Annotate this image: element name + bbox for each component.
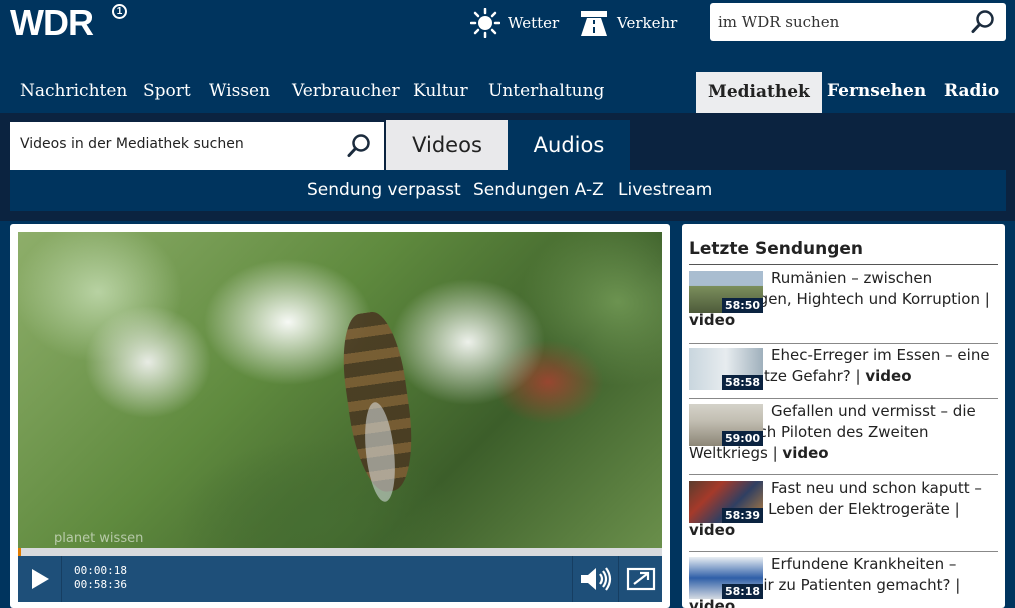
player-controls: 00:00:18 00:58:36 — [18, 556, 662, 602]
nav-sport[interactable]: Sport — [143, 81, 191, 101]
subnav-livestream[interactable]: Livestream — [618, 180, 712, 200]
mediathek-search-input[interactable] — [20, 136, 340, 152]
episode-thumbnail[interactable]: 58:58 — [689, 348, 763, 390]
traffic-label: Verkehr — [617, 14, 678, 32]
main-navigation: Nachrichten Sport Wissen Verbraucher Kul… — [0, 71, 1015, 113]
list-item[interactable]: 59:00 Gefallen und vermisst – die Suche … — [689, 398, 998, 464]
fullscreen-button[interactable] — [618, 556, 662, 602]
episode-thumbnail[interactable]: 59:00 — [689, 404, 763, 446]
episode-thumbnail[interactable]: 58:18 — [689, 557, 763, 599]
video-watermark: planet wissen — [54, 531, 144, 546]
episode-thumbnail[interactable]: 58:39 — [689, 481, 763, 523]
site-search-input[interactable] — [718, 11, 958, 33]
play-button[interactable] — [18, 556, 62, 602]
recent-shows-panel: Letzte Sendungen 58:50 Rumänien – zwisch… — [682, 224, 1005, 608]
road-icon — [581, 11, 607, 36]
episode-thumbnail[interactable]: 58:50 — [689, 271, 763, 313]
subnav-sendungen-a-z[interactable]: Sendungen A-Z — [473, 180, 604, 200]
mediathek-search-box[interactable] — [10, 122, 384, 170]
nav-kultur[interactable]: Kultur — [413, 81, 468, 101]
player-time-display: 00:00:18 00:58:36 — [74, 564, 127, 592]
video-frame[interactable]: planet wissen — [18, 232, 662, 548]
video-player-card: planet wissen 00:00:18 00:58:36 — [10, 224, 670, 608]
duration-badge: 58:39 — [721, 508, 763, 523]
weather-label: Wetter — [508, 14, 560, 32]
fullscreen-icon — [626, 567, 655, 591]
tab-videos[interactable]: Videos — [386, 120, 508, 170]
nav-radio[interactable]: Radio — [944, 81, 999, 101]
current-time: 00:00:18 — [74, 564, 127, 577]
list-item[interactable]: 58:50 Rumänien – zwischen Pferdewagen, H… — [689, 265, 998, 331]
speaker-icon — [580, 567, 611, 591]
duration-badge: 59:00 — [721, 431, 763, 446]
nav-mediathek[interactable]: Mediathek — [696, 72, 822, 113]
traffic-link[interactable]: Verkehr — [579, 8, 677, 38]
duration-badge: 58:18 — [721, 584, 763, 599]
list-item[interactable]: 58:18 Erfundene Krankheiten – Werden wir… — [689, 551, 998, 608]
panel-title: Letzte Sendungen — [689, 239, 864, 259]
search-icon[interactable] — [970, 9, 996, 35]
duration-badge: 58:50 — [721, 298, 763, 313]
wdr-logo[interactable]: WDR — [10, 2, 94, 44]
search-icon[interactable] — [346, 133, 372, 159]
volume-button[interactable] — [572, 556, 618, 602]
subnav-sendung-verpasst[interactable]: Sendung verpasst — [307, 180, 461, 200]
video-progress-bar[interactable] — [18, 548, 662, 556]
nav-nachrichten[interactable]: Nachrichten — [20, 81, 127, 101]
play-icon — [31, 569, 49, 589]
mediathek-bar: Videos Audios Sendung verpasst Sendungen… — [0, 113, 1015, 221]
nav-fernsehen[interactable]: Fernsehen — [827, 81, 926, 101]
site-search-box[interactable] — [710, 3, 1006, 41]
mediathek-subnav: Sendung verpasst Sendungen A-Z Livestrea… — [10, 170, 1006, 211]
nav-wissen[interactable]: Wissen — [209, 81, 270, 101]
total-time: 00:58:36 — [74, 578, 127, 591]
list-item[interactable]: 58:39 Fast neu und schon kaputt – Das ku… — [689, 475, 998, 541]
nav-verbraucher[interactable]: Verbraucher — [292, 81, 400, 101]
weather-link[interactable]: Wetter — [470, 8, 559, 38]
list-item[interactable]: 58:58 Ehec-Erreger im Essen – eine unter… — [689, 342, 998, 390]
duration-badge: 58:58 — [721, 375, 763, 390]
video-progress-fill — [18, 548, 22, 556]
sun-icon — [470, 8, 500, 38]
tab-audios[interactable]: Audios — [508, 120, 630, 170]
nav-unterhaltung[interactable]: Unterhaltung — [488, 81, 604, 101]
ard-one-logo: 1 — [112, 4, 127, 19]
